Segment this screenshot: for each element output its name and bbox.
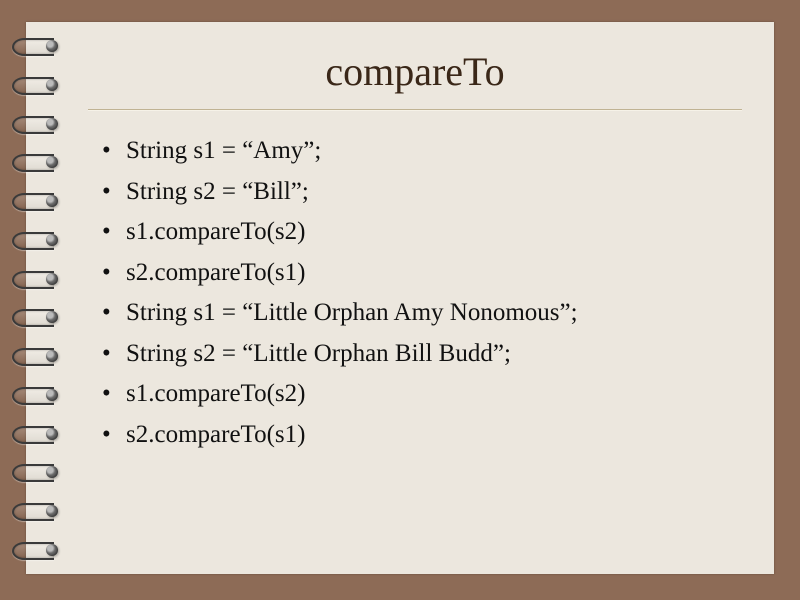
spiral-ring — [12, 305, 60, 329]
list-item: s1.compareTo(s2) — [126, 374, 744, 415]
list-item: s1.compareTo(s2) — [126, 212, 744, 253]
slide-content: compareTo String s1 = “Amy”; String s2 =… — [86, 42, 744, 554]
title-divider — [88, 109, 742, 111]
spiral-ring — [12, 538, 60, 562]
list-item: String s1 = “Amy”; — [126, 131, 744, 172]
list-item: s2.compareTo(s1) — [126, 253, 744, 294]
spiral-ring — [12, 73, 60, 97]
spiral-ring — [12, 150, 60, 174]
list-item: String s2 = “Little Orphan Bill Budd”; — [126, 334, 744, 375]
spiral-ring — [12, 422, 60, 446]
spiral-ring — [12, 34, 60, 58]
list-item: String s1 = “Little Orphan Amy Nonomous”… — [126, 293, 744, 334]
spiral-ring — [12, 344, 60, 368]
list-item: s2.compareTo(s1) — [126, 415, 744, 456]
slide-frame: compareTo String s1 = “Amy”; String s2 =… — [0, 0, 800, 600]
slide: compareTo String s1 = “Amy”; String s2 =… — [26, 22, 774, 574]
spiral-ring — [12, 460, 60, 484]
spiral-ring — [12, 228, 60, 252]
spiral-ring — [12, 189, 60, 213]
slide-title: compareTo — [86, 48, 744, 95]
spiral-ring — [12, 112, 60, 136]
spiral-ring — [12, 383, 60, 407]
list-item: String s2 = “Bill”; — [126, 172, 744, 213]
bullet-list: String s1 = “Amy”; String s2 = “Bill”; s… — [86, 131, 744, 455]
spiral-ring — [12, 499, 60, 523]
spiral-binding — [12, 34, 60, 562]
spiral-ring — [12, 267, 60, 291]
